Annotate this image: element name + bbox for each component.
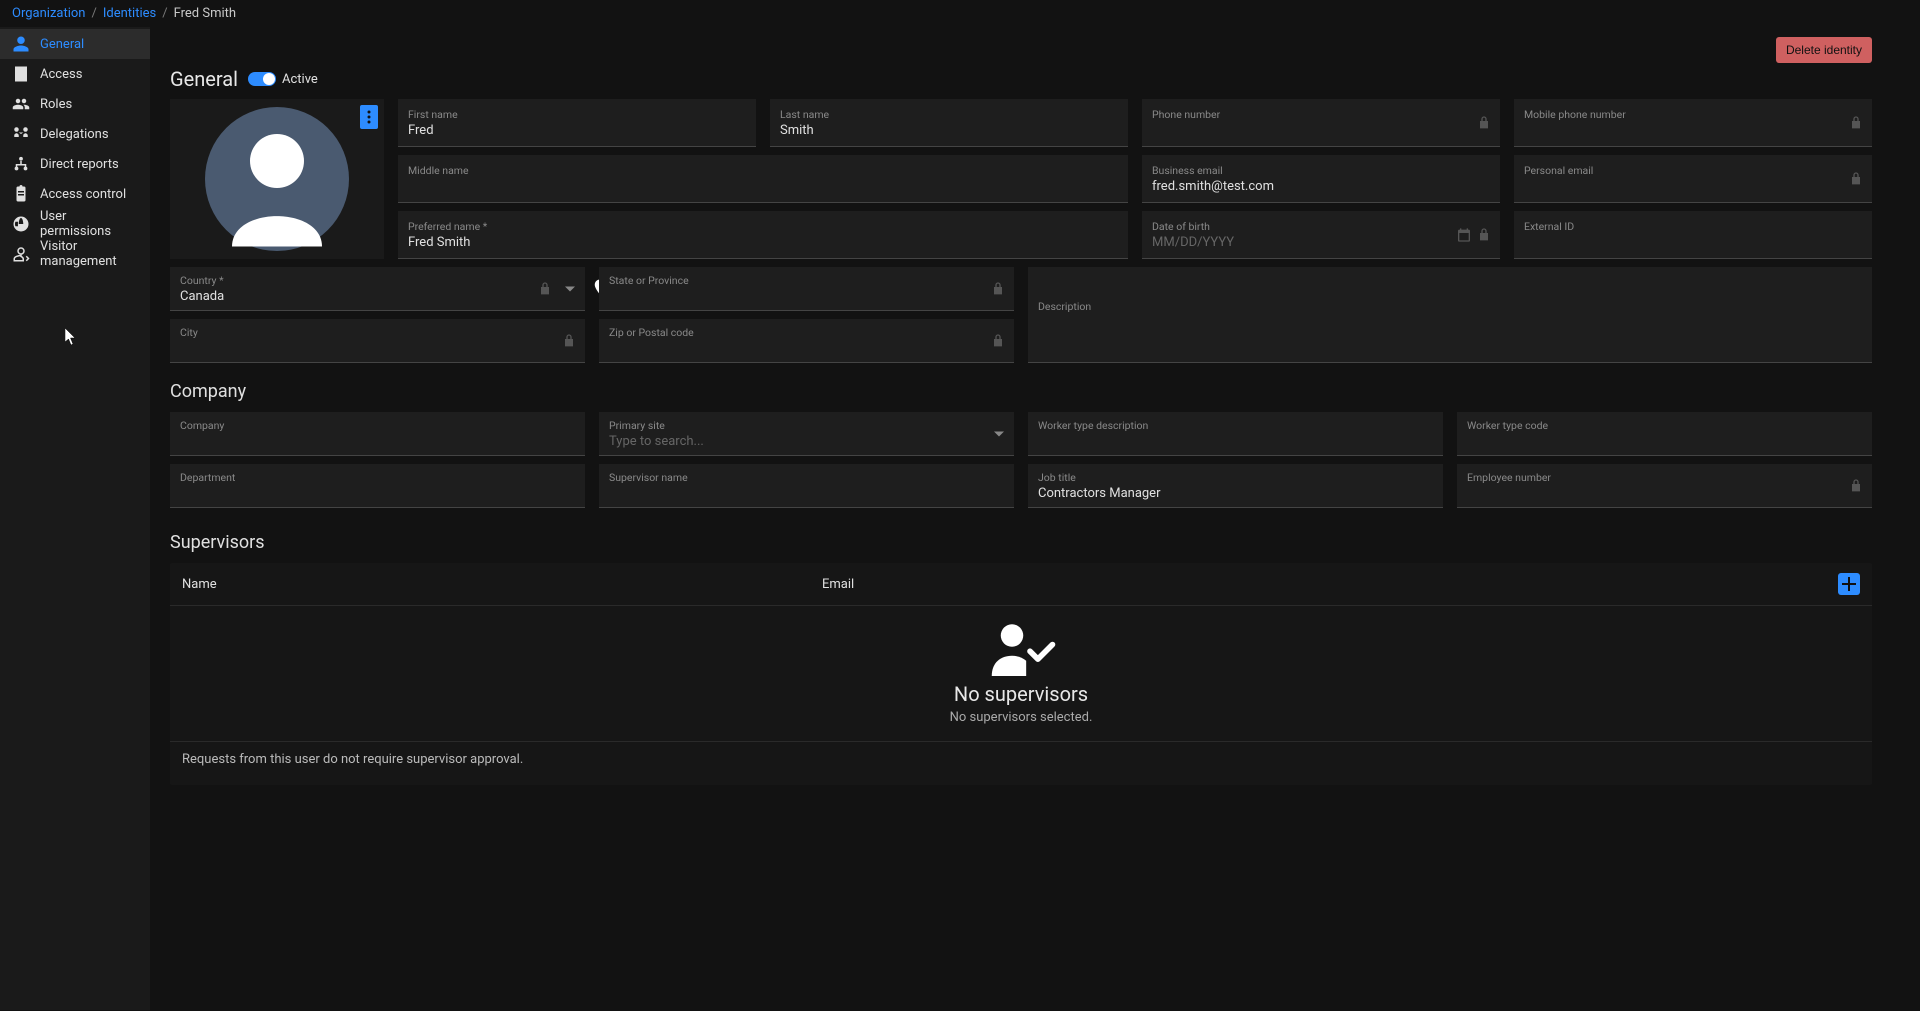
lock-icon: [1848, 478, 1864, 494]
worker-type-code-field[interactable]: Worker type code: [1457, 412, 1872, 456]
column-header-name: Name: [182, 577, 822, 592]
sidebar-item-label: Roles: [40, 97, 72, 112]
last-name-field[interactable]: Last name Smith: [770, 99, 1128, 147]
personal-email-field[interactable]: Personal email: [1514, 155, 1872, 203]
calendar-icon[interactable]: [1456, 227, 1472, 243]
sidebar-item-label: Visitor management: [40, 239, 138, 269]
sidebar-item-label: Access control: [40, 187, 126, 202]
breadcrumb-current: Fred Smith: [174, 6, 236, 21]
person-check-icon: [986, 622, 1056, 676]
sidebar-item-label: Access: [40, 67, 82, 82]
job-title-field[interactable]: Job title Contractors Manager: [1028, 464, 1443, 508]
sidebar-item-roles[interactable]: Roles: [0, 89, 150, 119]
breadcrumb: Organization / Identities / Fred Smith: [0, 0, 1920, 27]
active-toggle-label: Active: [282, 72, 318, 87]
column-header-email: Email: [822, 577, 1838, 592]
sidebar-item-delegations[interactable]: Delegations: [0, 119, 150, 149]
description-field[interactable]: Description: [1028, 267, 1872, 363]
sidebar-item-visitor-management[interactable]: Visitor management: [0, 239, 150, 269]
employee-number-field[interactable]: Employee number: [1457, 464, 1872, 508]
supervisors-table: Name Email No supervisors No supervisors…: [170, 563, 1872, 785]
lock-icon: [990, 281, 1006, 297]
phone-field[interactable]: Phone number: [1142, 99, 1500, 147]
worker-type-desc-field[interactable]: Worker type description: [1028, 412, 1443, 456]
company-field[interactable]: Company: [170, 412, 585, 456]
sidebar-item-label: Delegations: [40, 127, 109, 142]
department-field[interactable]: Department: [170, 464, 585, 508]
zip-field[interactable]: Zip or Postal code: [599, 319, 1014, 363]
section-title-general: General: [170, 67, 238, 91]
sidebar-item-access-control[interactable]: Access control: [0, 179, 150, 209]
content: Delete identity General Active: [150, 27, 1920, 1010]
delete-identity-button[interactable]: Delete identity: [1776, 37, 1872, 63]
sidebar-item-general[interactable]: General: [0, 29, 150, 59]
avatar: [170, 99, 384, 259]
mobile-phone-field[interactable]: Mobile phone number: [1514, 99, 1872, 147]
supervisor-name-field[interactable]: Supervisor name: [599, 464, 1014, 508]
country-field[interactable]: Country * Canada: [170, 267, 585, 311]
state-field[interactable]: State or Province: [599, 267, 1014, 311]
city-field[interactable]: City: [170, 319, 585, 363]
hierarchy-icon: [12, 155, 30, 173]
active-toggle[interactable]: Active: [248, 72, 318, 87]
add-supervisor-button[interactable]: [1838, 573, 1860, 595]
chevron-down-icon[interactable]: [565, 286, 575, 291]
lock-icon: [1476, 227, 1492, 243]
supervisors-empty-subtitle: No supervisors selected.: [950, 710, 1093, 725]
lock-icon: [990, 333, 1006, 349]
breadcrumb-identities[interactable]: Identities: [103, 6, 156, 21]
globe-icon: [12, 215, 30, 233]
sidebar-item-access[interactable]: Access: [0, 59, 150, 89]
primary-site-field[interactable]: Primary site Type to search...: [599, 412, 1014, 456]
preferred-name-field[interactable]: Preferred name * Fred Smith: [398, 211, 1128, 259]
visitor-icon: [12, 245, 30, 263]
person-icon: [12, 35, 30, 53]
chevron-down-icon[interactable]: [994, 431, 1004, 436]
supervisors-footer-note: Requests from this user do not require s…: [170, 741, 1872, 777]
lock-icon: [537, 281, 553, 297]
middle-name-field[interactable]: Middle name: [398, 155, 1128, 203]
lock-icon: [1848, 171, 1864, 187]
lock-icon: [1848, 115, 1864, 131]
business-email-field[interactable]: Business email fred.smith@test.com: [1142, 155, 1500, 203]
external-id-field[interactable]: External ID: [1514, 211, 1872, 259]
sidebar-item-label: General: [40, 37, 84, 52]
section-title-company: Company: [170, 381, 1872, 402]
group-icon: [12, 95, 30, 113]
sidebar-item-user-permissions[interactable]: User permissions: [0, 209, 150, 239]
breadcrumb-organization[interactable]: Organization: [12, 6, 85, 21]
section-title-supervisors: Supervisors: [170, 532, 1872, 553]
clipboard-icon: [12, 185, 30, 203]
sidebar-item-label: User permissions: [40, 209, 138, 239]
first-name-field[interactable]: First name Fred: [398, 99, 756, 147]
supervisors-empty-title: No supervisors: [954, 682, 1088, 706]
dob-field[interactable]: Date of birth MM/DD/YYYY: [1142, 211, 1500, 259]
sidebar-item-label: Direct reports: [40, 157, 119, 172]
avatar-menu-button[interactable]: [360, 105, 378, 129]
delegation-icon: [12, 125, 30, 143]
sidebar-item-direct-reports[interactable]: Direct reports: [0, 149, 150, 179]
lock-icon: [1476, 115, 1492, 131]
sidebar: General Access Roles Delegations Direct …: [0, 27, 150, 1010]
avatar-placeholder-icon: [202, 104, 352, 254]
badge-icon: [12, 65, 30, 83]
lock-icon: [561, 333, 577, 349]
